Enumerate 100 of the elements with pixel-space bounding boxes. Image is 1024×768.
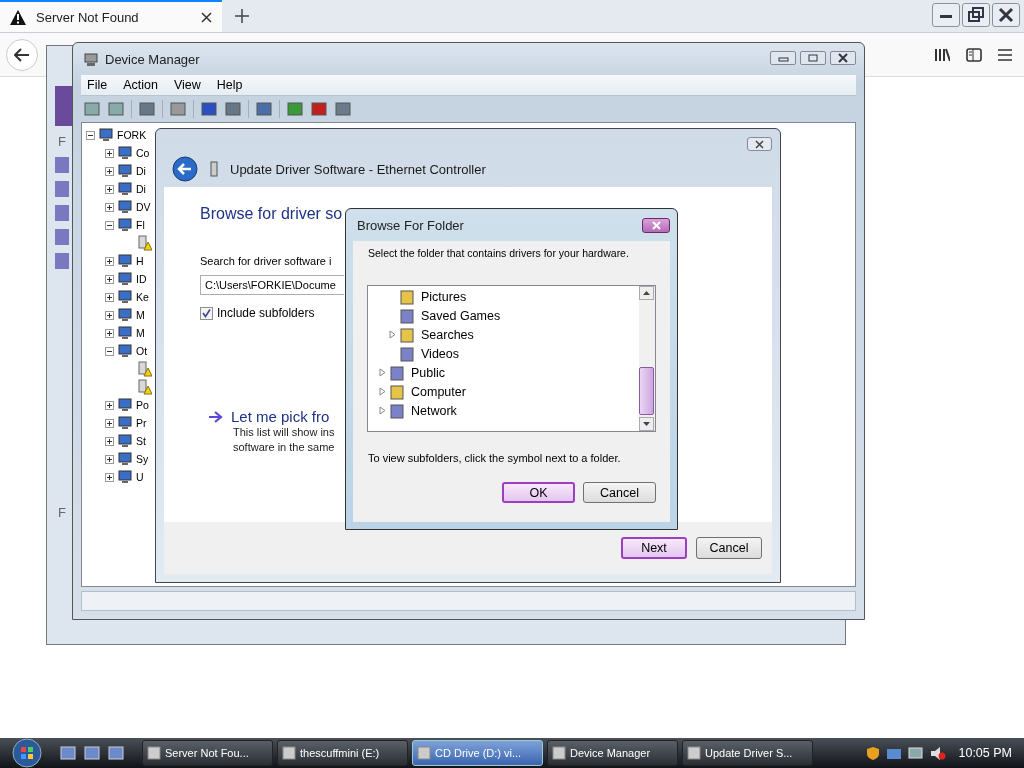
tree-item[interactable]: Ke <box>136 291 149 303</box>
collapse-icon[interactable] <box>105 220 114 230</box>
start-orb-icon[interactable] <box>10 738 44 768</box>
close-button[interactable] <box>642 217 670 233</box>
clock: 10:05 PM <box>958 746 1012 760</box>
tree-item[interactable]: M <box>136 309 145 321</box>
pick-link[interactable]: Let me pick fro <box>231 408 330 425</box>
expand-icon[interactable] <box>105 472 114 482</box>
expand-triangle-icon[interactable] <box>379 406 387 415</box>
taskbar-button[interactable]: Device Manager <box>547 740 678 766</box>
taskbar-button[interactable]: Update Driver S... <box>682 740 813 766</box>
menu-item[interactable]: Help <box>210 78 249 92</box>
collapse-icon[interactable] <box>105 346 114 356</box>
expand-triangle-icon[interactable] <box>379 368 387 377</box>
folder-icon <box>400 288 414 305</box>
folder-item[interactable]: Searches <box>417 327 474 342</box>
folder-item[interactable]: Videos <box>417 346 459 361</box>
tree-item[interactable]: DV <box>136 201 151 213</box>
tree-item[interactable]: Sy <box>136 453 149 465</box>
tree-item[interactable]: Di <box>136 165 146 177</box>
app-icon <box>282 746 296 760</box>
computer-icon <box>83 51 99 67</box>
link-description: This list will show ins software in the same <box>233 425 335 455</box>
new-tab-icon[interactable] <box>235 9 249 23</box>
folder-item[interactable]: Pictures <box>417 289 467 304</box>
tree-item[interactable]: Pr <box>136 417 147 429</box>
expand-icon[interactable] <box>105 166 114 176</box>
tree-item[interactable]: Ot <box>136 345 148 357</box>
taskbar-button[interactable]: Server Not Fou... <box>142 740 273 766</box>
expand-icon[interactable] <box>105 292 114 302</box>
expand-icon[interactable] <box>105 184 114 194</box>
tree-item[interactable]: U <box>136 471 144 483</box>
folder-icon <box>400 326 414 343</box>
dialog-button[interactable]: Next <box>621 537 687 559</box>
tree-item[interactable]: M <box>136 327 145 339</box>
expand-icon[interactable] <box>105 328 114 338</box>
folder-icon <box>390 383 404 400</box>
sidebar-icon[interactable] <box>966 47 982 62</box>
tree-item[interactable]: Fl <box>136 219 145 231</box>
expand-icon[interactable] <box>105 436 114 446</box>
tree-item[interactable]: H <box>136 255 144 267</box>
expand-triangle-icon[interactable] <box>389 330 397 339</box>
back-button[interactable] <box>6 38 38 71</box>
network-card-icon <box>210 161 218 177</box>
scrollbar[interactable] <box>639 286 655 431</box>
folder-icon <box>400 307 414 324</box>
browser-tab[interactable]: Server Not Found <box>0 0 222 32</box>
window-label: F <box>57 134 67 149</box>
close-icon[interactable] <box>992 3 1020 27</box>
minimize-icon[interactable] <box>932 3 960 27</box>
tree-item[interactable]: St <box>136 435 146 447</box>
close-tab-icon <box>201 11 212 23</box>
menu-item[interactable]: File <box>81 78 114 92</box>
tree-item[interactable]: ID <box>136 273 147 285</box>
tree-item[interactable]: FORK <box>117 129 147 141</box>
back-button-icon[interactable] <box>172 156 198 182</box>
folder-icon <box>390 402 404 419</box>
path-field[interactable]: C:\Users\FORKIE\Docume <box>200 275 344 295</box>
tree-item[interactable]: Po <box>136 399 149 411</box>
expand-icon[interactable] <box>105 454 114 464</box>
tree-item[interactable]: Di <box>136 183 146 195</box>
close-icon <box>755 139 764 149</box>
expand-icon[interactable] <box>105 202 114 212</box>
library-icon[interactable] <box>934 47 950 62</box>
expand-icon[interactable] <box>105 310 114 320</box>
volume-muted-icon <box>930 745 947 761</box>
window-title: Update Driver Software - Ethernet Controller <box>230 161 486 177</box>
taskbar-button[interactable]: CD Drive (D:) vi... <box>412 740 543 766</box>
shield-icon <box>866 745 881 761</box>
expand-icon[interactable] <box>105 400 114 410</box>
menu-item[interactable]: View <box>167 78 207 92</box>
checkbox[interactable] <box>200 306 213 320</box>
expand-icon[interactable] <box>105 418 114 428</box>
window-label: F <box>57 505 67 520</box>
close-button[interactable] <box>747 137 772 151</box>
app-icon <box>552 746 566 760</box>
restore-icon[interactable] <box>962 3 990 27</box>
menu-icon[interactable] <box>998 48 1012 61</box>
collapse-icon[interactable] <box>86 130 95 140</box>
expand-icon[interactable] <box>105 256 114 266</box>
dialog-button[interactable]: OK <box>502 482 575 503</box>
folder-item[interactable]: Public <box>407 365 446 380</box>
folder-item[interactable]: Network <box>407 403 457 418</box>
page-heading: Browse for driver so <box>200 205 343 223</box>
dialog-button[interactable]: Cancel <box>696 537 762 559</box>
folder-item[interactable]: Computer <box>407 384 466 399</box>
dialog-button[interactable]: Cancel <box>583 482 656 503</box>
dialog-title: Browse For Folder <box>357 217 464 233</box>
scroll-down-icon <box>639 417 654 431</box>
field-label: Search for driver software i <box>200 255 332 267</box>
menu-item[interactable]: Action <box>117 78 164 92</box>
folder-icon <box>400 345 414 362</box>
expand-icon[interactable] <box>105 148 114 158</box>
taskbar-button[interactable]: thescuffmini (E:) <box>277 740 408 766</box>
close-icon[interactable] <box>830 51 856 65</box>
expand-icon[interactable] <box>105 274 114 284</box>
tree-item[interactable]: Co <box>136 147 150 159</box>
folder-item[interactable]: Saved Games <box>417 308 501 323</box>
expand-triangle-icon[interactable] <box>379 387 387 396</box>
folder-icon <box>390 364 404 381</box>
